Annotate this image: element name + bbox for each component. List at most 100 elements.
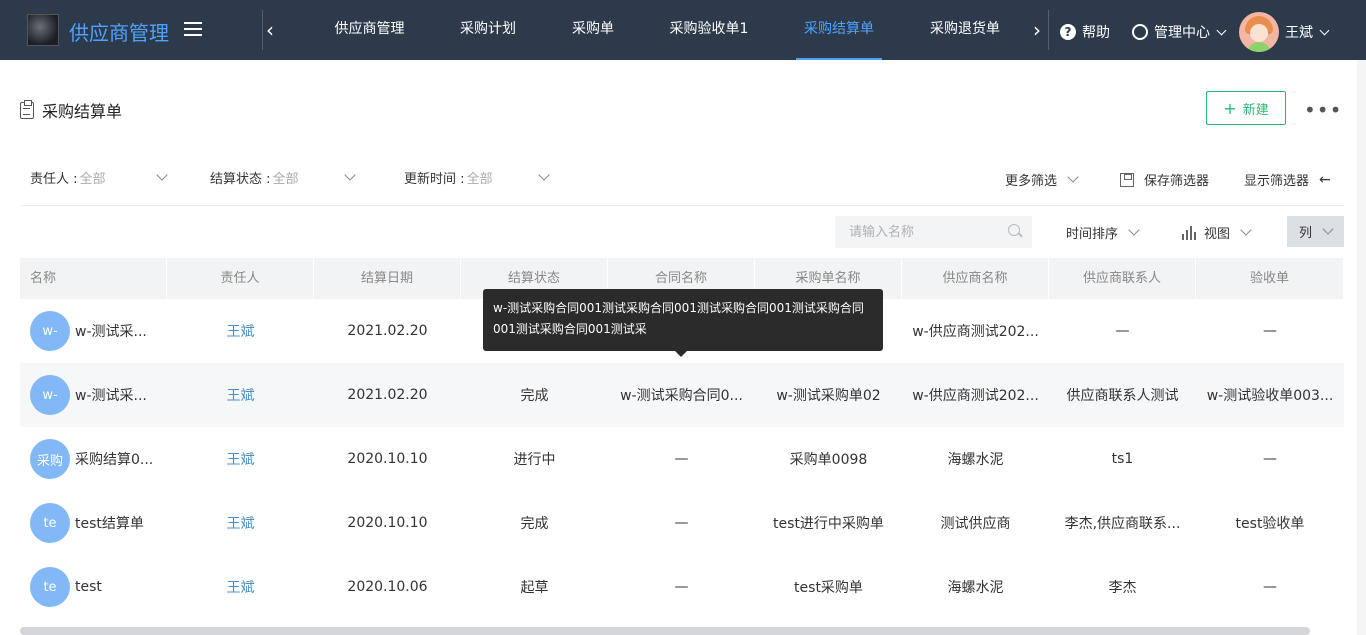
row-date: 2021.02.20 <box>347 387 428 403</box>
user-menu[interactable]: 王斌 <box>1285 22 1330 42</box>
horizontal-scrollbar[interactable] <box>20 627 1310 635</box>
row-supplier: w-供应商测试202... <box>912 324 1039 340</box>
row-owner[interactable]: 王斌 <box>167 321 314 341</box>
row-avatar: w- <box>30 311 70 351</box>
row-receipt: — <box>1263 323 1277 339</box>
chevron-down-icon <box>1322 223 1334 235</box>
col-header-date[interactable]: 结算日期 <box>314 258 461 299</box>
new-button-label: 新建 <box>1242 102 1269 118</box>
tab-purchase-settlement[interactable]: 采购结算单 <box>796 0 882 60</box>
row-supplier: 海螺水泥 <box>947 452 1004 468</box>
row-name[interactable]: 采购结算0... <box>75 449 153 469</box>
more-filters-label: 更多筛选 <box>1005 174 1058 189</box>
vertical-scrollbar[interactable] <box>1357 60 1366 635</box>
updated-time-filter[interactable]: 更新时间 : 全部 <box>404 168 550 187</box>
time-sort-dropdown[interactable]: 时间排序 <box>1066 223 1140 242</box>
menu-toggle-icon[interactable] <box>184 22 202 36</box>
view-label: 视图 <box>1204 227 1231 242</box>
more-options-icon[interactable]: ••• <box>1304 98 1342 122</box>
col-header-supplier[interactable]: 供应商名称 <box>902 258 1049 299</box>
view-dropdown[interactable]: 视图 <box>1182 223 1252 242</box>
tab-purchase-order[interactable]: 采购单 <box>559 0 627 60</box>
row-contact: — <box>1115 323 1130 339</box>
contract-name-tooltip: w-测试采购合同001测试采购合同001测试采购合同001测试采购合同 001测… <box>483 289 883 357</box>
show-filter-button[interactable]: 显示筛选器 ← <box>1244 170 1331 190</box>
help-label: 帮助 <box>1082 25 1110 41</box>
row-name[interactable]: w-测试采... <box>75 321 147 341</box>
table-row[interactable]: w-w-测试采... 王斌 2021.02.20 完成 w-测试采购合同0...… <box>20 363 1344 427</box>
chevron-down-icon <box>343 169 356 181</box>
chevron-down-icon <box>537 169 550 181</box>
row-avatar: te <box>30 503 70 543</box>
management-center-menu[interactable]: 管理中心 <box>1132 22 1227 42</box>
row-name[interactable]: test结算单 <box>75 513 144 533</box>
username-label: 王斌 <box>1285 25 1313 41</box>
more-filters-button[interactable]: 更多筛选 <box>1005 170 1079 189</box>
row-owner[interactable]: 王斌 <box>167 385 314 405</box>
row-contact: 李杰 <box>1108 580 1137 596</box>
columns-button[interactable]: 列 <box>1287 216 1344 247</box>
search-icon[interactable] <box>1008 224 1020 236</box>
table-row[interactable]: te test 王斌 2020.10.06 起草 — test采购单 海螺水泥 李… <box>20 555 1344 619</box>
col-header-contact[interactable]: 供应商联系人 <box>1049 258 1196 299</box>
row-contract: — <box>674 515 689 531</box>
row-po: w-测试采购单02 <box>776 388 881 404</box>
plus-icon: + <box>1223 98 1237 118</box>
col-header-receipt[interactable]: 验收单 <box>1196 258 1344 299</box>
row-supplier: 海螺水泥 <box>947 580 1004 596</box>
status-filter-label: 结算状态 : <box>210 172 271 187</box>
updated-filter-value: 全部 <box>466 172 493 187</box>
tabs-next-icon[interactable]: › <box>1033 18 1041 42</box>
status-filter[interactable]: 结算状态 : 全部 <box>210 168 356 187</box>
row-receipt: w-测试验收单003... <box>1206 388 1334 404</box>
save-filter-button[interactable]: 保存筛选器 <box>1120 170 1209 189</box>
chevron-down-icon <box>1067 171 1079 183</box>
save-icon <box>1120 172 1134 187</box>
chevron-down-icon <box>1216 25 1227 35</box>
row-status: 完成 <box>520 388 549 404</box>
updated-filter-label: 更新时间 : <box>404 172 465 187</box>
row-contract: w-测试采购合同0... <box>620 388 743 404</box>
tabs-prev-icon[interactable]: ‹ <box>266 18 274 42</box>
tooltip-line: w-测试采购合同001测试采购合同001测试采购合同001测试采购合同 <box>493 301 864 315</box>
row-supplier: w-供应商测试202... <box>912 388 1039 404</box>
brand-title: 供应商管理 <box>69 21 169 45</box>
tab-purchase-plan[interactable]: 采购计划 <box>447 0 529 60</box>
bar-chart-icon <box>1182 225 1198 240</box>
search-input[interactable] <box>835 216 1032 248</box>
owner-filter[interactable]: 责任人 : 全部 <box>30 168 168 187</box>
tab-purchase-return[interactable]: 采购退货单 <box>920 0 1010 60</box>
row-owner[interactable]: 王斌 <box>167 449 314 469</box>
row-contract: — <box>674 579 689 595</box>
col-header-name[interactable]: 名称 <box>20 258 167 299</box>
row-date: 2020.10.10 <box>347 515 428 531</box>
row-contact: 供应商联系人测试 <box>1066 388 1179 404</box>
tab-supplier-management[interactable]: 供应商管理 <box>322 0 417 60</box>
divider <box>20 205 1344 206</box>
tab-purchase-receipt[interactable]: 采购验收单1 <box>657 0 761 60</box>
help-link[interactable]: ? 帮助 <box>1060 22 1110 42</box>
table-row[interactable]: te test结算单 王斌 2020.10.10 完成 — test进行中采购单 … <box>20 491 1344 555</box>
row-name[interactable]: w-测试采... <box>75 385 147 405</box>
avatar[interactable] <box>1239 12 1279 52</box>
gear-icon <box>1132 24 1148 40</box>
chevron-down-icon <box>1320 25 1330 36</box>
row-po: test采购单 <box>794 580 863 596</box>
row-owner[interactable]: 王斌 <box>167 577 314 597</box>
row-date: 2020.10.06 <box>347 579 428 595</box>
new-button[interactable]: + 新建 <box>1206 91 1286 125</box>
row-po: test进行中采购单 <box>773 516 884 532</box>
row-name[interactable]: test <box>75 579 102 595</box>
question-icon: ? <box>1060 24 1076 40</box>
row-receipt: — <box>1263 451 1277 467</box>
status-filter-value: 全部 <box>272 172 299 187</box>
owner-filter-value: 全部 <box>79 172 106 187</box>
row-contract: — <box>674 451 689 467</box>
row-avatar: te <box>30 567 70 607</box>
table-row[interactable]: 采购 采购结算0... 王斌 2020.10.10 进行中 — 采购单0098 海… <box>20 427 1344 491</box>
chevron-down-icon <box>1128 224 1140 236</box>
row-status: 完成 <box>520 516 549 532</box>
col-header-owner[interactable]: 责任人 <box>167 258 314 299</box>
top-navbar: 供应商管理 ‹ 供应商管理 采购计划 采购单 采购验收单1 采购结算单 采购退货… <box>0 0 1366 60</box>
row-owner[interactable]: 王斌 <box>167 513 314 533</box>
